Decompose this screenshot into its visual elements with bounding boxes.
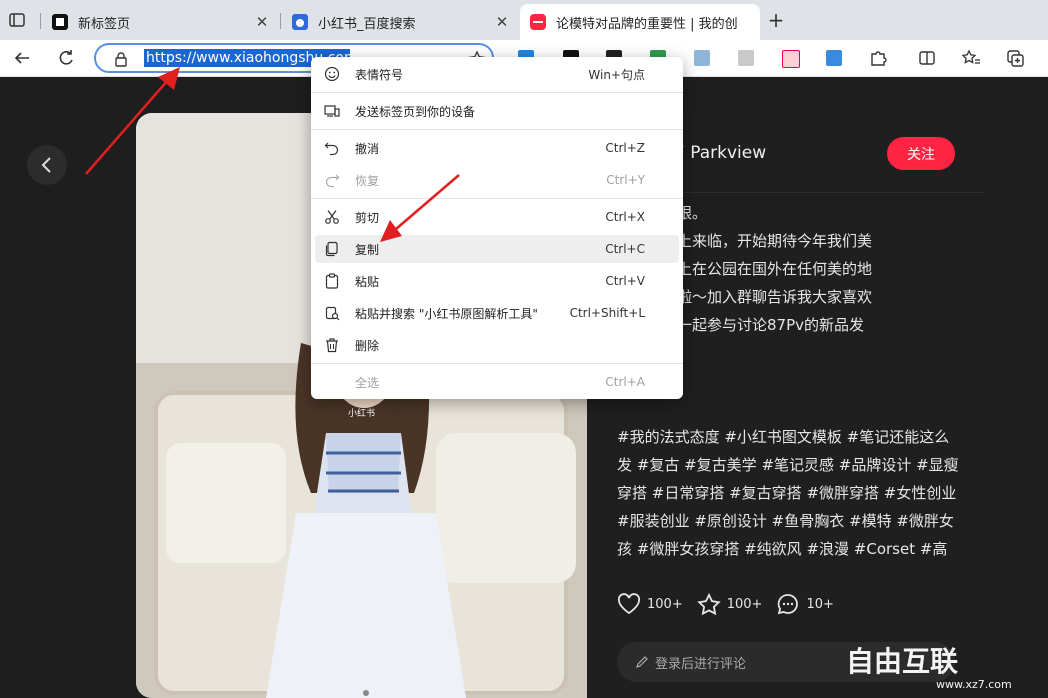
menu-separator: [311, 129, 683, 130]
menu-item-delete[interactable]: 删除: [315, 331, 679, 359]
menu-item-shortcut: Ctrl+V: [605, 274, 645, 288]
tab-title: 论模特对品牌的重要性 | 我的创: [556, 16, 738, 32]
context-menu: 表情符号 Win+句点 发送标签页到你的设备 撤消 Ctrl+Z 恢复 Ctrl…: [311, 57, 683, 399]
paste-search-icon: [325, 306, 340, 321]
close-tab-icon[interactable]: ✕: [494, 13, 510, 31]
menu-item-label: 剪切: [355, 210, 380, 225]
previous-post-button[interactable]: [27, 145, 67, 185]
extensions-puzzle-icon[interactable]: [868, 48, 888, 68]
photo-watermark: 小红书: [348, 409, 376, 419]
extension-download-icon[interactable]: [782, 50, 800, 68]
menu-item-paste[interactable]: 粘贴 Ctrl+V: [315, 267, 679, 295]
like-button[interactable]: 100+: [617, 593, 683, 615]
copy-icon: [325, 241, 338, 257]
tab-new-tab[interactable]: 新标签页 ✕: [42, 4, 278, 40]
menu-separator: [311, 198, 683, 199]
menu-item-label: 复制: [355, 242, 380, 257]
watermark-brand: 自由互联: [846, 645, 959, 678]
xiaohongshu-favicon-icon: [530, 14, 546, 30]
baidu-favicon-icon: [292, 14, 308, 30]
menu-item-undo[interactable]: 撤消 Ctrl+Z: [315, 134, 679, 162]
comment-count: 10+: [806, 596, 834, 612]
star-icon: [696, 593, 721, 615]
watermark-url: www.xz7.com: [936, 678, 1012, 691]
extension-image-icon[interactable]: [694, 50, 710, 66]
menu-item-label: 粘贴并搜索 "小红书原图解析工具": [355, 306, 538, 321]
comment-bubble-icon: [778, 594, 799, 615]
menu-item-select-all: 全选 Ctrl+A: [315, 368, 679, 396]
menu-separator: [311, 92, 683, 93]
close-tab-icon[interactable]: ✕: [254, 13, 270, 31]
heart-icon: [617, 593, 641, 615]
menu-item-label: 撤消: [355, 141, 380, 156]
collect-count: 100+: [726, 596, 763, 612]
menu-item-label: 表情符号: [355, 67, 404, 82]
tab-xiaohongshu-active[interactable]: 论模特对品牌的重要性 | 我的创: [520, 4, 760, 40]
new-tab-favicon-icon: [52, 14, 68, 30]
menu-item-shortcut: Ctrl+Y: [606, 173, 645, 187]
paste-icon: [325, 273, 339, 289]
redo-icon: [325, 174, 340, 188]
lock-icon[interactable]: [114, 51, 128, 67]
pencil-icon: [636, 656, 648, 668]
like-count: 100+: [647, 596, 683, 612]
engagement-stats: 100+ 100+ 10+: [617, 593, 848, 615]
menu-item-label: 粘贴: [355, 274, 380, 289]
menu-item-cut[interactable]: 剪切 Ctrl+X: [315, 203, 679, 231]
new-tab-button[interactable]: +: [765, 10, 787, 30]
tab-actions-icon[interactable]: [8, 11, 26, 29]
extension-photo-icon[interactable]: [826, 50, 842, 66]
menu-item-label: 发送标签页到你的设备: [355, 104, 476, 119]
chevron-left-icon: [41, 157, 51, 173]
menu-item-redo: 恢复 Ctrl+Y: [315, 166, 679, 194]
refresh-icon[interactable]: [56, 48, 76, 68]
send-to-device-icon: [324, 105, 340, 117]
menu-item-copy[interactable]: 复制 Ctrl+C: [315, 235, 679, 263]
extension-doc-icon[interactable]: [738, 50, 754, 66]
comment-button[interactable]: 10+: [776, 593, 834, 615]
menu-separator: [311, 363, 683, 364]
menu-item-label: 删除: [355, 338, 380, 353]
menu-item-shortcut: Ctrl+A: [605, 375, 645, 389]
emoji-icon: [324, 66, 340, 82]
split-screen-icon[interactable]: [917, 48, 937, 68]
undo-icon: [324, 142, 339, 156]
cut-icon: [325, 210, 339, 224]
menu-item-shortcut: Ctrl+X: [605, 210, 645, 224]
menu-item-shortcut: Ctrl+C: [605, 242, 645, 256]
menu-item-shortcut: Ctrl+Shift+L: [569, 306, 645, 320]
tab-baidu-search[interactable]: 小红书_百度搜索 ✕: [282, 4, 518, 40]
tab-bar: 新标签页 ✕ 小红书_百度搜索 ✕ 论模特对品牌的重要性 | 我的创 +: [0, 0, 1048, 40]
menu-item-shortcut: Ctrl+Z: [605, 141, 645, 155]
collect-button[interactable]: 100+: [696, 593, 763, 615]
tab-title: 新标签页: [78, 16, 131, 32]
comment-placeholder: 登录后进行评论: [655, 656, 747, 672]
favorites-icon[interactable]: [961, 48, 981, 68]
menu-item-shortcut: Win+句点: [588, 67, 645, 82]
menu-item-label: 恢复: [355, 173, 380, 188]
author-name[interactable]: 7 Parkview: [674, 143, 766, 163]
menu-item-paste-and-search[interactable]: 粘贴并搜索 "小红书原图解析工具" Ctrl+Shift+L: [315, 299, 679, 327]
follow-button[interactable]: 关注: [887, 137, 955, 170]
delete-icon: [326, 338, 338, 353]
back-arrow-icon[interactable]: [12, 48, 32, 68]
tab-title: 小红书_百度搜索: [318, 16, 416, 32]
collections-icon[interactable]: [1005, 48, 1025, 68]
menu-item-emoji[interactable]: 表情符号 Win+句点: [315, 60, 679, 88]
post-tags[interactable]: #我的法式态度 #小红书图文模板 #笔记还能这么发 #复古 #复古美学 #笔记灵…: [617, 423, 962, 568]
menu-item-label: 全选: [355, 375, 380, 390]
menu-item-send-tab[interactable]: 发送标签页到你的设备: [315, 97, 679, 125]
